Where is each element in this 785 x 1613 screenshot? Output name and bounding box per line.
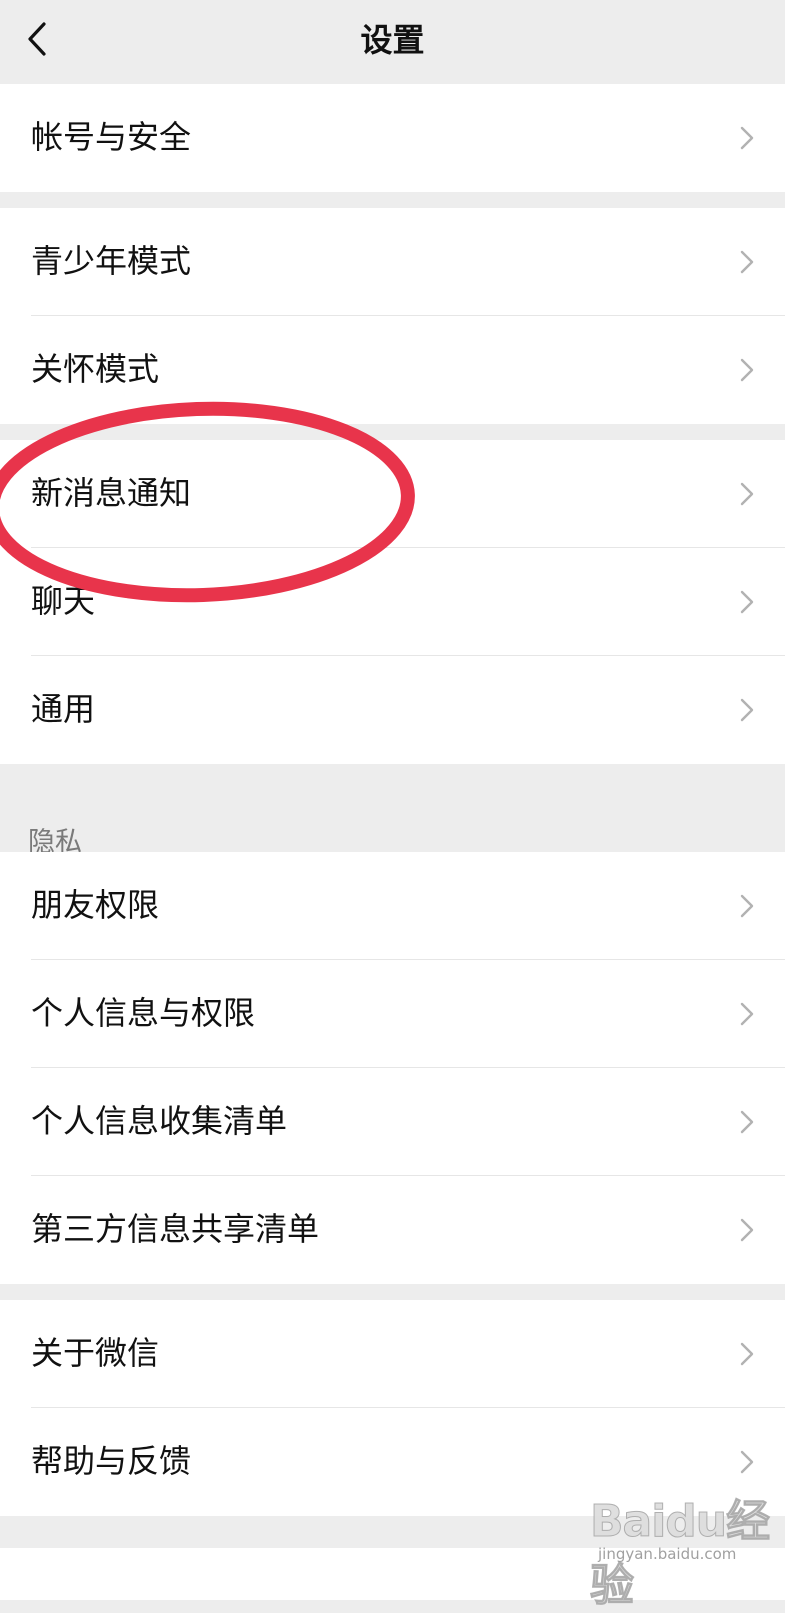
settings-item-label: 第三方信息共享清单 — [31, 1210, 320, 1248]
settings-item-third-party-sharing-list[interactable]: 第三方信息共享清单 — [0, 1176, 785, 1284]
chevron-right-icon — [740, 1450, 754, 1474]
settings-item-label: 通用 — [31, 690, 96, 728]
chevron-right-icon — [740, 250, 754, 274]
settings-item-help-feedback[interactable]: 帮助与反馈 — [0, 1408, 785, 1516]
chevron-right-icon — [740, 1110, 754, 1134]
navigation-bar: 设置 — [0, 0, 785, 84]
chevron-right-icon — [740, 894, 754, 918]
chevron-right-icon — [740, 698, 754, 722]
settings-item-teen-mode[interactable]: 青少年模式 — [0, 208, 785, 316]
settings-item-general[interactable]: 通用 — [0, 656, 785, 764]
settings-group-next — [0, 1548, 785, 1600]
settings-group-about: 关于微信 帮助与反馈 — [0, 1300, 785, 1516]
chevron-right-icon — [740, 590, 754, 614]
settings-item-chat[interactable]: 聊天 — [0, 548, 785, 656]
settings-item-label: 聊天 — [31, 582, 96, 620]
settings-item-friend-permissions[interactable]: 朋友权限 — [0, 852, 785, 960]
settings-group-modes: 青少年模式 关怀模式 — [0, 208, 785, 424]
chevron-right-icon — [740, 1342, 754, 1366]
settings-group-general: 新消息通知 聊天 通用 — [0, 440, 785, 764]
settings-item-label: 关于微信 — [31, 1334, 160, 1372]
chevron-right-icon — [740, 126, 754, 150]
settings-item-personal-info-permissions[interactable]: 个人信息与权限 — [0, 960, 785, 1068]
chevron-right-icon — [740, 1002, 754, 1026]
chevron-left-icon — [28, 22, 46, 56]
settings-item-label: 个人信息与权限 — [31, 994, 256, 1032]
settings-item-label: 帐号与安全 — [31, 118, 192, 156]
settings-item-label: 青少年模式 — [31, 242, 192, 280]
page-title: 设置 — [360, 21, 425, 59]
settings-item-new-message-notification[interactable]: 新消息通知 — [0, 440, 785, 548]
settings-group-privacy: 朋友权限 个人信息与权限 个人信息收集清单 第三方信息共享清单 — [0, 852, 785, 1284]
settings-item-label: 个人信息收集清单 — [31, 1102, 288, 1140]
settings-item-about-wechat[interactable]: 关于微信 — [0, 1300, 785, 1408]
settings-item-label: 朋友权限 — [31, 886, 160, 924]
chevron-right-icon — [740, 358, 754, 382]
chevron-right-icon — [740, 482, 754, 506]
settings-item-label: 帮助与反馈 — [31, 1442, 192, 1480]
settings-item-account-security[interactable]: 帐号与安全 — [0, 84, 785, 192]
settings-item-label: 关怀模式 — [31, 350, 160, 388]
chevron-right-icon — [740, 1218, 754, 1242]
settings-item-label: 新消息通知 — [31, 474, 192, 512]
back-button[interactable] — [18, 14, 62, 66]
settings-item-personal-info-collection-list[interactable]: 个人信息收集清单 — [0, 1068, 785, 1176]
settings-item-care-mode[interactable]: 关怀模式 — [0, 316, 785, 424]
settings-group-account: 帐号与安全 — [0, 84, 785, 192]
